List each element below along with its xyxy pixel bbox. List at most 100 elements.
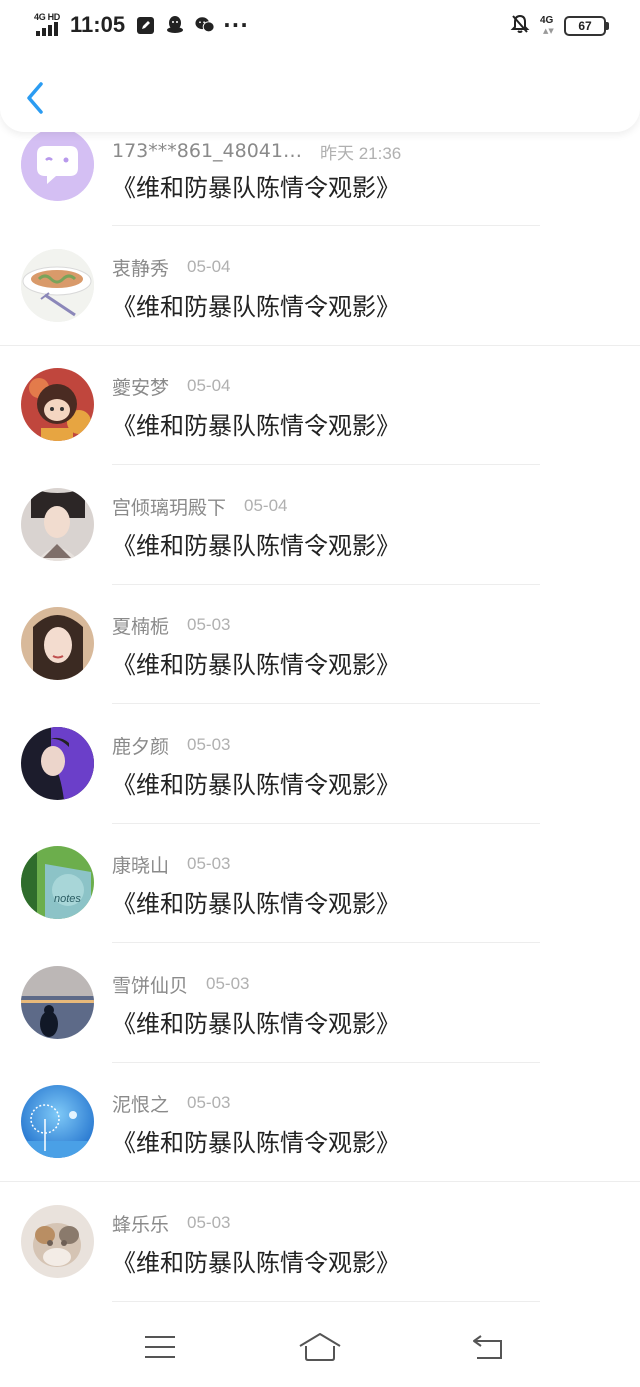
list-item[interactable]: 雪饼仙贝 05-03 《维和防暴队陈情令观影》	[0, 966, 640, 1085]
more-notifications-icon: ···	[223, 13, 249, 37]
list-item[interactable]: 宫倾璃玥殿下 05-04 《维和防暴队陈情令观影》	[0, 488, 640, 607]
battery-level: 67	[578, 19, 592, 33]
avatar[interactable]	[21, 1085, 94, 1158]
avatar[interactable]	[21, 1205, 94, 1278]
message-date: 05-04	[244, 496, 288, 515]
avatar[interactable]	[21, 249, 94, 322]
pasta-dish-icon	[21, 249, 94, 322]
blurry-cat-icon	[21, 1205, 94, 1278]
divider	[112, 1062, 540, 1063]
sender-name: 衷静秀	[112, 257, 170, 280]
wechat-icon	[195, 15, 215, 35]
message-text: 《维和防暴队陈情令观影》	[112, 174, 400, 202]
message-meta: 蜂乐乐 05-03	[112, 1210, 231, 1236]
message-meta: 宫倾璃玥殿下 05-04	[112, 493, 288, 519]
screen: 173***861_48041… 昨天 21:36 《维和防暴队陈情令观影》 衷…	[0, 0, 640, 1387]
message-meta: 衷静秀 05-04	[112, 254, 231, 280]
message-date: 05-03	[187, 854, 231, 873]
message-meta: 雪饼仙贝 05-03	[112, 971, 250, 997]
sender-name: 鹿夕颜	[112, 735, 170, 758]
avatar[interactable]	[21, 488, 94, 561]
network-label: 4G HD	[34, 12, 61, 22]
divider	[112, 823, 540, 824]
sender-name: 康晓山	[112, 854, 170, 877]
chevron-left-icon	[27, 82, 43, 114]
svg-text:notes: notes	[54, 893, 81, 905]
mobile-data-label: 4G	[540, 15, 554, 26]
sender-name: 蜂乐乐	[112, 1213, 170, 1236]
list-item[interactable]: 泥恨之 05-03 《维和防暴队陈情令观影》	[0, 1085, 640, 1204]
message-text: 《维和防暴队陈情令观影》	[112, 293, 400, 321]
divider	[0, 1181, 640, 1182]
back-nav-button[interactable]	[458, 1327, 518, 1367]
sender-name: 173***861_48041…	[112, 140, 302, 162]
woman-portrait-icon	[21, 607, 94, 680]
message-text: 《维和防暴队陈情令观影》	[112, 771, 400, 799]
avatar[interactable]	[21, 368, 94, 441]
message-meta: 鹿夕颜 05-03	[112, 732, 231, 758]
message-date: 05-03	[206, 974, 250, 993]
sender-name: 雪饼仙贝	[112, 974, 189, 997]
avatar[interactable]	[21, 966, 94, 1039]
list-item[interactable]: notes 康晓山 05-03 《维和防暴队陈情令观影》	[0, 846, 640, 965]
list-item[interactable]: 鹿夕颜 05-03 《维和防暴队陈情令观影》	[0, 727, 640, 846]
avatar[interactable]: notes	[21, 846, 94, 919]
message-text: 《维和防暴队陈情令观影》	[112, 1010, 400, 1038]
home-button[interactable]	[290, 1327, 350, 1367]
message-date: 05-04	[187, 376, 231, 395]
divider	[112, 703, 540, 704]
signal-icon: 4G HD	[34, 12, 64, 38]
dandelion-sky-icon	[21, 1085, 94, 1158]
system-nav-bar	[0, 1307, 640, 1387]
message-text: 《维和防暴队陈情令观影》	[112, 412, 400, 440]
list-item[interactable]: 173***861_48041… 昨天 21:36 《维和防暴队陈情令观影》	[0, 128, 640, 247]
sender-name: 泥恨之	[112, 1093, 170, 1116]
avatar[interactable]	[21, 727, 94, 800]
message-date: 05-03	[187, 1213, 231, 1232]
message-meta: 夏楠栀 05-03	[112, 612, 231, 638]
costume-portrait-icon	[21, 488, 94, 561]
message-date: 05-03	[187, 615, 231, 634]
qq-icon	[165, 15, 185, 35]
message-date: 05-03	[187, 1093, 231, 1112]
battery-icon: 67	[564, 16, 609, 36]
message-date: 昨天 21:36	[319, 143, 402, 163]
home-icon	[299, 1333, 341, 1361]
divider	[112, 464, 540, 465]
message-text: 《维和防暴队陈情令观影》	[112, 651, 400, 679]
notes-book-icon: notes	[21, 846, 94, 919]
message-meta: 夔安梦 05-04	[112, 373, 231, 399]
back-button[interactable]	[20, 78, 50, 118]
sunset-silhouette-icon	[21, 966, 94, 1039]
clock: 11:05	[70, 12, 126, 37]
list-item[interactable]: 夔安梦 05-04 《维和防暴队陈情令观影》	[0, 368, 640, 487]
message-meta: 泥恨之 05-03	[112, 1090, 231, 1116]
cartoon-girl-icon	[21, 368, 94, 441]
man-purple-hoodie-icon	[21, 727, 94, 800]
message-date: 05-04	[187, 257, 231, 276]
chat-bubble-icon	[21, 128, 94, 201]
message-meta: 173***861_48041… 昨天 21:36	[112, 138, 401, 164]
menu-button[interactable]	[130, 1327, 190, 1367]
message-meta: 康晓山 05-03	[112, 851, 231, 877]
app-header	[0, 52, 640, 132]
message-text: 《维和防暴队陈情令观影》	[112, 1129, 400, 1157]
message-text: 《维和防暴队陈情令观影》	[112, 532, 400, 560]
menu-icon	[145, 1336, 175, 1358]
divider	[112, 942, 540, 943]
divider	[112, 584, 540, 585]
back-icon	[473, 1335, 502, 1359]
status-right: 4G ▲▼ 67	[510, 14, 609, 38]
avatar[interactable]	[21, 607, 94, 680]
list-item[interactable]: 衷静秀 05-04 《维和防暴队陈情令观影》	[0, 249, 640, 368]
message-text: 《维和防暴队陈情令观影》	[112, 1249, 400, 1277]
message-text: 《维和防暴队陈情令观影》	[112, 890, 400, 918]
divider	[0, 345, 640, 346]
sender-name: 宫倾璃玥殿下	[112, 496, 227, 519]
edit-icon	[135, 15, 155, 35]
list-item[interactable]: 夏楠栀 05-03 《维和防暴队陈情令观影》	[0, 607, 640, 726]
status-bar: 4G HD 11:05 ··· 4G ▲▼ 67	[0, 0, 640, 52]
avatar[interactable]	[21, 128, 94, 201]
divider	[112, 1301, 540, 1302]
sender-name: 夏楠栀	[112, 615, 170, 638]
